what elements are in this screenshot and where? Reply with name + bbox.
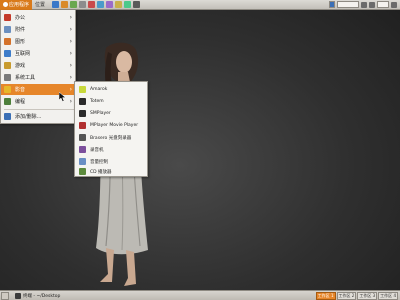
graphics-category-icon bbox=[4, 38, 11, 45]
menu-item-label: 影音 bbox=[15, 87, 26, 93]
mplayer-icon bbox=[79, 122, 86, 129]
terminal-icon bbox=[15, 292, 21, 299]
tray-network-icon[interactable] bbox=[329, 1, 335, 8]
office-category-icon bbox=[4, 14, 11, 21]
files-launcher-icon[interactable] bbox=[97, 1, 105, 8]
chevron-right-icon: › bbox=[69, 62, 72, 69]
system-launcher-icon[interactable] bbox=[133, 1, 141, 8]
chevron-right-icon: › bbox=[69, 98, 72, 105]
workspace-3-button[interactable]: 工作区 3 bbox=[357, 291, 378, 300]
submenu-item-label: 录音机 bbox=[90, 147, 104, 153]
submenu-item-mplayer[interactable]: MPlayer Movie Player bbox=[75, 120, 147, 131]
chevron-right-icon: › bbox=[69, 14, 72, 21]
volume-icon[interactable] bbox=[361, 1, 367, 8]
menu-item-accessories[interactable]: 附件 › bbox=[1, 24, 76, 35]
submenu-item-smplayer[interactable]: SMPlayer bbox=[75, 108, 147, 119]
internet-category-icon bbox=[4, 50, 11, 57]
media-launcher-icon[interactable] bbox=[88, 1, 96, 8]
menu-item-internet[interactable]: 互联网 › bbox=[1, 48, 76, 59]
office-launcher-icon[interactable] bbox=[124, 1, 132, 8]
chevron-right-icon: › bbox=[69, 38, 72, 45]
show-desktop-button[interactable] bbox=[1, 291, 9, 300]
sound-video-category-icon bbox=[4, 86, 11, 93]
submenu-item-brasero[interactable]: Brasero 光盘刻录器 bbox=[75, 132, 147, 143]
accessories-category-icon bbox=[4, 26, 11, 33]
chevron-right-icon: › bbox=[69, 74, 72, 81]
brasero-disc-icon bbox=[79, 134, 86, 141]
bottom-panel: 终端 - ~/Desktop 工作区 1 工作区 2 工作区 3 工作区 4 bbox=[0, 290, 400, 300]
places-menu-button[interactable]: 位置 bbox=[32, 1, 48, 8]
battery-icon[interactable] bbox=[369, 1, 375, 8]
volume-control-icon bbox=[79, 158, 86, 165]
menu-item-label: 编程 bbox=[15, 99, 26, 105]
menu-item-label: 互联网 bbox=[15, 51, 31, 57]
mouse-cursor-icon bbox=[59, 92, 67, 102]
editor-launcher-icon[interactable] bbox=[106, 1, 114, 8]
menu-item-label: 附件 bbox=[15, 27, 26, 33]
power-icon[interactable] bbox=[391, 1, 397, 8]
menu-item-office[interactable]: 办公 › bbox=[1, 12, 76, 23]
taskbar-item-label: 终端 - ~/Desktop bbox=[23, 293, 61, 299]
menu-item-label: 系统工具 bbox=[15, 75, 36, 81]
games-category-icon bbox=[4, 62, 11, 69]
applications-menu: 办公 › 附件 › 图形 › 互联网 › 游戏 › 系统工具 › 影音 › 编程… bbox=[0, 10, 76, 124]
submenu-item-label: Amarok bbox=[90, 87, 108, 92]
launcher-group bbox=[52, 1, 141, 8]
add-remove-icon bbox=[4, 113, 11, 120]
chat-launcher-icon[interactable] bbox=[70, 1, 78, 8]
submenu-item-label: MPlayer Movie Player bbox=[90, 123, 139, 128]
system-tray bbox=[329, 1, 400, 8]
programming-category-icon bbox=[4, 98, 11, 105]
submenu-item-sound-recorder[interactable]: 录音机 bbox=[75, 144, 147, 155]
submenu-item-amarok[interactable]: Amarok bbox=[75, 84, 147, 95]
sound-recorder-icon bbox=[79, 146, 86, 153]
settings-launcher-icon[interactable] bbox=[115, 1, 123, 8]
submenu-item-label: CD 播放器 bbox=[90, 169, 112, 175]
submenu-item-label: Totem bbox=[90, 99, 104, 104]
menu-item-graphics[interactable]: 图形 › bbox=[1, 36, 76, 47]
clock-widget[interactable] bbox=[377, 1, 389, 8]
top-panel: 应用程序 位置 bbox=[0, 0, 400, 10]
workspace-4-button[interactable]: 工作区 4 bbox=[378, 291, 398, 300]
system-tools-category-icon bbox=[4, 74, 11, 81]
submenu-item-cd-player[interactable]: CD 播放器 bbox=[75, 166, 147, 177]
submenu-item-label: SMPlayer bbox=[90, 111, 111, 116]
distro-logo-icon bbox=[3, 2, 8, 7]
applications-menu-label: 应用程序 bbox=[9, 2, 30, 8]
tray-input-box[interactable] bbox=[337, 1, 359, 8]
menu-item-label: 办公 bbox=[15, 15, 26, 21]
submenu-item-totem[interactable]: Totem bbox=[75, 96, 147, 107]
browser-launcher-icon[interactable] bbox=[52, 1, 60, 8]
taskbar-item-terminal[interactable]: 终端 - ~/Desktop bbox=[15, 292, 61, 299]
mail-launcher-icon[interactable] bbox=[61, 1, 69, 8]
sound-video-submenu: Amarok Totem SMPlayer MPlayer Movie Play… bbox=[74, 81, 148, 177]
terminal-launcher-icon[interactable] bbox=[79, 1, 87, 8]
chevron-right-icon: › bbox=[69, 26, 72, 33]
cd-player-icon bbox=[79, 168, 86, 175]
smplayer-icon bbox=[79, 110, 86, 117]
menu-item-label: 添加/删除... bbox=[15, 114, 42, 120]
menu-item-system-tools[interactable]: 系统工具 › bbox=[1, 72, 76, 83]
applications-menu-button[interactable]: 应用程序 bbox=[0, 0, 33, 10]
workspace-1-button[interactable]: 工作区 1 bbox=[315, 291, 336, 300]
workspace-2-button[interactable]: 工作区 2 bbox=[336, 291, 357, 300]
submenu-item-label: 音量控制 bbox=[90, 159, 108, 165]
submenu-item-label: Brasero 光盘刻录器 bbox=[90, 135, 132, 141]
amarok-icon bbox=[79, 86, 86, 93]
menu-item-label: 图形 bbox=[15, 39, 26, 45]
totem-icon bbox=[79, 98, 86, 105]
chevron-right-icon: › bbox=[69, 86, 72, 93]
menu-item-label: 游戏 bbox=[15, 63, 26, 69]
workspace-switcher: 工作区 1 工作区 2 工作区 3 工作区 4 bbox=[315, 291, 400, 300]
menu-item-games[interactable]: 游戏 › bbox=[1, 60, 76, 71]
menu-item-add-remove[interactable]: 添加/删除... bbox=[1, 111, 76, 122]
menu-separator bbox=[4, 109, 74, 110]
chevron-right-icon: › bbox=[69, 50, 72, 57]
